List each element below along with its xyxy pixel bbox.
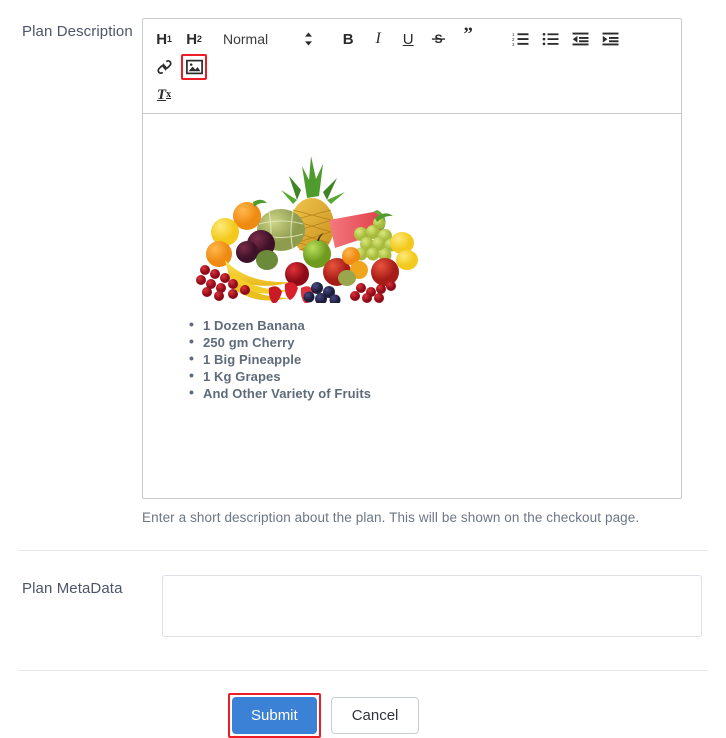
bullet-list-button[interactable] — [537, 26, 563, 52]
heading-2-sub: 2 — [196, 33, 202, 44]
heading-1-sub: 1 — [166, 33, 172, 44]
indent-icon — [602, 31, 619, 47]
strikethrough-button[interactable]: S — [425, 26, 451, 52]
editor-toolbar: H1 H2 Normal B I U S ” 1 2 3 T x — [143, 19, 681, 114]
clear-formatting-sub: x — [166, 89, 172, 100]
outdent-button[interactable] — [567, 26, 593, 52]
list-item: And Other Variety of Fruits — [189, 384, 663, 402]
section-divider-bottom — [18, 670, 708, 671]
bold-button[interactable]: B — [335, 26, 361, 52]
fruit-image — [189, 148, 419, 303]
plan-description-help-text: Enter a short description about the plan… — [142, 510, 640, 525]
description-bullet-list: 1 Dozen Banana 250 gm Cherry 1 Big Pinea… — [161, 316, 663, 402]
plan-description-label: Plan Description — [22, 23, 133, 40]
link-button[interactable] — [151, 54, 177, 80]
image-button[interactable] — [181, 54, 207, 80]
clear-formatting-button[interactable]: Tx — [151, 82, 177, 108]
plan-metadata-input[interactable] — [162, 575, 702, 637]
plan-metadata-label: Plan MetaData — [22, 580, 123, 597]
clear-formatting-label: T — [156, 86, 167, 103]
plan-description-row: Plan Description H1 H2 Normal B I U S ” … — [0, 0, 726, 525]
image-icon — [185, 59, 203, 75]
list-item: 1 Dozen Banana — [189, 316, 663, 334]
plan-metadata-body — [162, 575, 706, 642]
bullet-list-icon — [542, 31, 559, 47]
format-select-value: Normal — [223, 31, 269, 47]
editor-content-area[interactable]: 1 Dozen Banana 250 gm Cherry 1 Big Pinea… — [143, 114, 681, 498]
ordered-list-button[interactable]: 1 2 3 — [507, 26, 533, 52]
plan-description-body: H1 H2 Normal B I U S ” 1 2 3 T x • 1 Doz… — [142, 18, 706, 525]
heading-2-button[interactable]: H2 — [181, 26, 207, 52]
underline-button[interactable]: U — [395, 26, 421, 52]
indent-button[interactable] — [597, 26, 623, 52]
italic-button[interactable]: I — [365, 26, 391, 52]
heading-2-label: H — [186, 30, 197, 48]
outdent-icon — [572, 31, 589, 47]
rich-text-editor[interactable]: H1 H2 Normal B I U S ” 1 2 3 T x • 1 Doz… — [142, 18, 682, 499]
heading-1-label: H — [156, 30, 167, 48]
list-item: 1 Kg Grapes — [189, 367, 663, 385]
ordered-list-icon: 1 2 3 — [512, 31, 529, 47]
blockquote-button[interactable]: ” — [455, 25, 481, 52]
chevron-updown-icon — [304, 32, 313, 46]
list-item: 1 Big Pineapple — [189, 350, 663, 368]
list-item: 250 gm Cherry — [189, 333, 663, 351]
link-icon — [156, 59, 173, 75]
svg-text:3: 3 — [512, 42, 515, 47]
plan-metadata-row: Plan MetaData — [0, 551, 726, 642]
strikethrough-icon: S — [431, 31, 446, 47]
heading-1-button[interactable]: H1 — [151, 26, 177, 52]
format-select[interactable]: Normal — [223, 26, 329, 52]
